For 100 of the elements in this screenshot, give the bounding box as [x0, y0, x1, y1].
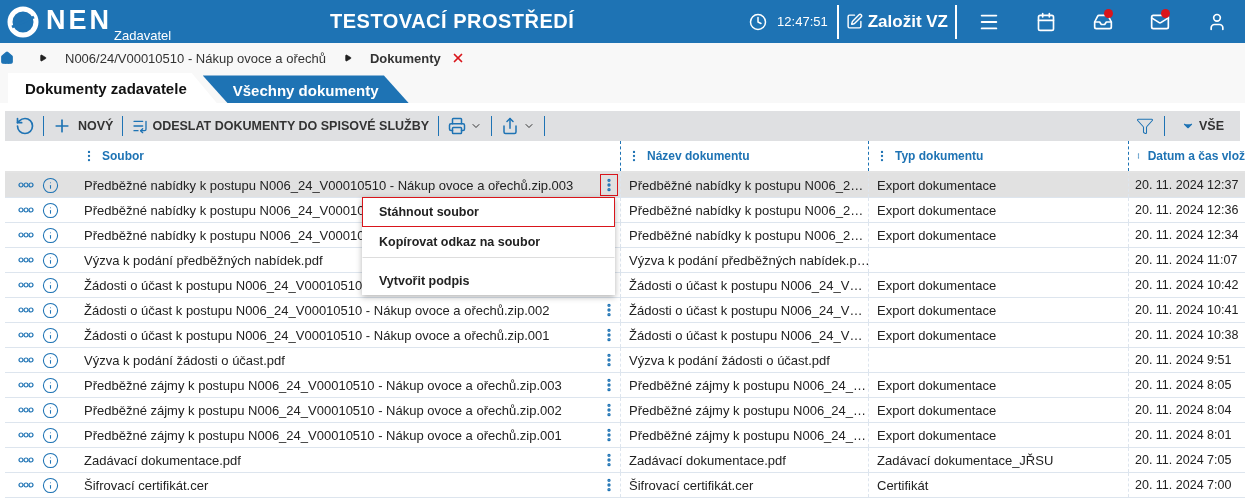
- document-type: Export dokumentace: [877, 227, 997, 243]
- logo-text: NEN: [46, 5, 112, 36]
- filter-dropdown[interactable]: VŠE: [1175, 111, 1240, 141]
- document-type: Export dokumentace: [877, 177, 997, 193]
- info-icon[interactable]: [42, 201, 59, 219]
- more-dots-icon[interactable]: [18, 432, 34, 438]
- document-name: Předběžné nabídky k postupu N006_2…: [629, 202, 864, 218]
- info-icon[interactable]: [42, 276, 59, 294]
- column-header[interactable]: Datum a čas vlož: [1128, 141, 1245, 171]
- refresh-icon[interactable]: [15, 116, 35, 136]
- upload-date: 20. 11. 2024 12:34: [1135, 228, 1239, 242]
- more-dots-icon[interactable]: [18, 482, 34, 488]
- file-name: Zadávací dokumentace.pdf: [84, 452, 241, 468]
- info-icon[interactable]: [42, 351, 59, 369]
- calendar-icon[interactable]: [1035, 11, 1056, 32]
- upload-date: 20. 11. 2024 8:05: [1135, 378, 1232, 392]
- info-icon[interactable]: [42, 401, 59, 419]
- tab[interactable]: Dokumenty zadavatele: [8, 73, 217, 103]
- info-icon[interactable]: [42, 301, 59, 319]
- upload-date: 20. 11. 2024 8:01: [1135, 428, 1232, 442]
- more-dots-icon[interactable]: [18, 357, 34, 363]
- more-dots-icon[interactable]: [18, 332, 34, 338]
- info-icon[interactable]: [42, 426, 59, 444]
- environment-title: TESTOVACÍ PROSTŘEDÍ: [330, 10, 575, 33]
- clock-time: 12:47:51: [777, 14, 828, 29]
- tab[interactable]: Všechny dokumenty: [202, 73, 409, 103]
- upload-date: 20. 11. 2024 9:51: [1135, 353, 1232, 367]
- document-name: Předběžné zájmy k postupu N006_24_…: [629, 377, 867, 393]
- info-icon[interactable]: [42, 251, 59, 269]
- document-type: Zadávací dokumentace_JŘSU: [877, 452, 1054, 468]
- file-name: Předběžné nabídky k postupu N006_24_V00010510 - Nákup ovoce a ořechů.zip.003: [84, 177, 574, 193]
- home-icon[interactable]: [0, 51, 14, 65]
- document-name: Předběžné zájmy k postupu N006_24_…: [629, 402, 867, 418]
- file-name: Předběžné nabídky k postupu N006_24_V00010: [84, 202, 365, 218]
- info-icon[interactable]: [42, 226, 59, 244]
- file-name: Žádosti o účast k postupu N006_24_V00010510 - Nákup ovoce a ořechů.zip.002: [84, 302, 550, 318]
- document-name: Výzva k podání předběžných nabídek.p…: [629, 252, 868, 268]
- document-name: Žádosti o účast k postupu N006_24_V…: [629, 302, 863, 318]
- document-name: Výzva k podání žádosti o účast.pdf: [629, 352, 830, 368]
- more-dots-icon[interactable]: [18, 182, 34, 188]
- upload-date: 20. 11. 2024 8:04: [1135, 403, 1232, 417]
- chevron-icon: [343, 54, 352, 62]
- document-type: Certifikát: [877, 477, 929, 493]
- info-icon[interactable]: [42, 176, 59, 194]
- send-icon: [132, 118, 149, 134]
- more-dots-icon[interactable]: [18, 407, 34, 413]
- role-label: Zadavatel: [114, 28, 172, 43]
- breadcrumb-link[interactable]: N006/24/V00010510 - Nákup ovoce a ořechů: [65, 50, 326, 66]
- upload-date: 20. 11. 2024 11:07: [1135, 253, 1238, 267]
- upload-date: 20. 11. 2024 10:41: [1135, 303, 1239, 317]
- more-dots-icon[interactable]: [18, 457, 34, 463]
- info-icon[interactable]: [42, 376, 59, 394]
- table-row[interactable]: Předběžné zájmy k postupu N006_24_V00010510 - Nákup ovoce a ořechů.zip.001 Předběžné zájmy k postupu N006_24_… Export dokumentace 20. 11. 2024 8:01: [5, 423, 1245, 448]
- clock-icon: [749, 12, 768, 31]
- breadcrumb-link[interactable]: Dokumenty: [369, 50, 441, 66]
- more-dots-icon[interactable]: [18, 207, 34, 213]
- upload-date: 20. 11. 2024 12:37: [1135, 178, 1239, 192]
- printer-icon: [448, 117, 467, 135]
- logo-icon: [6, 5, 40, 39]
- document-name: Předběžné nabídky k postupu N006_2…: [629, 177, 864, 193]
- document-type: Export dokumentace: [877, 277, 997, 293]
- row-menu-button[interactable]: [600, 174, 618, 196]
- file-name: Předběžné zájmy k postupu N006_24_V00010510 - Nákup ovoce a ořechů.zip.003: [84, 377, 562, 393]
- menu-item[interactable]: Stáhnout soubor: [362, 197, 615, 227]
- more-dots-icon[interactable]: [18, 232, 34, 238]
- info-icon[interactable]: [42, 326, 59, 344]
- document-name: Šifrovací certifikát.cer: [629, 477, 754, 493]
- column-header[interactable]: Typ dokumentu: [868, 141, 1128, 171]
- more-dots-icon[interactable]: [18, 257, 34, 263]
- file-name: Předběžné zájmy k postupu N006_24_V00010510 - Nákup ovoce a ořechů.zip.002: [84, 402, 562, 418]
- info-icon[interactable]: [42, 476, 59, 494]
- send-button[interactable]: ODESLAT DOKUMENTY DO SPISOVÉ SLUŽBY: [126, 111, 436, 141]
- table-row[interactable]: Předběžné zájmy k postupu N006_24_V00010510 - Nákup ovoce a ořechů.zip.003 Předběžné zájmy k postupu N006_24_… Export dokumentace 20. 11. 2024 8:05: [5, 373, 1245, 398]
- file-name: Šifrovací certifikát.cer: [84, 477, 209, 493]
- document-name: Žádosti o účast k postupu N006_24_V…: [629, 327, 863, 343]
- file-name: Výzva k podání žádosti o účast.pdf: [84, 352, 285, 368]
- more-dots-icon[interactable]: [18, 382, 34, 388]
- document-name: Žádosti o účast k postupu N006_24_V…: [629, 277, 863, 293]
- table-row[interactable]: Žádosti o účast k postupu N006_24_V00010510 - Nákup ovoce a ořechů.zip.001 Žádosti o účast k postupu N006_24_V… Export dokumentace 20. 11. 2024 10:38: [5, 323, 1245, 348]
- document-type: Export dokumentace: [877, 427, 997, 443]
- more-dots-icon[interactable]: [18, 307, 34, 313]
- create-button[interactable]: Založit VZ: [841, 11, 952, 32]
- table-row[interactable]: Předběžné zájmy k postupu N006_24_V00010510 - Nákup ovoce a ořechů.zip.002 Předběžné zájmy k postupu N006_24_… Export dokumentace 20. 11. 2024 8:04: [5, 398, 1245, 423]
- share-icon: [501, 117, 520, 135]
- new-button[interactable]: NOVÝ: [72, 111, 120, 141]
- table-row[interactable]: Šifrovací certifikát.cer Šifrovací certifikát.cer Certifikát 20. 11. 2024 7:00: [5, 473, 1245, 498]
- column-header[interactable]: Název dokumentu: [620, 141, 868, 171]
- table-row[interactable]: Výzva k podání žádosti o účast.pdf Výzva k podání žádosti o účast.pdf 20. 11. 2024 9:51: [5, 348, 1245, 373]
- column-header[interactable]: Soubor: [76, 141, 600, 171]
- table-row[interactable]: Žádosti o účast k postupu N006_24_V00010510 - Nákup ovoce a ořechů.zip.002 Žádosti o účast k postupu N006_24_V… Export dokumentace 20. 11. 2024 10:41: [5, 298, 1245, 323]
- document-name: Předběžné zájmy k postupu N006_24_…: [629, 427, 867, 443]
- document-type: Export dokumentace: [877, 302, 997, 318]
- upload-date: 20. 11. 2024 12:36: [1135, 203, 1239, 217]
- document-type: Export dokumentace: [877, 202, 997, 218]
- table-row[interactable]: Zadávací dokumentace.pdf Zadávací dokumentace.pdf Zadávací dokumentace_JŘSU 20. 11. 2024 7:05: [5, 448, 1245, 473]
- more-dots-icon[interactable]: [18, 282, 34, 288]
- file-name: Výzva k podání předběžných nabídek.pdf: [84, 252, 323, 268]
- file-name: Předběžné nabídky k postupu N006_24_V00010: [84, 227, 365, 243]
- filter-icon[interactable]: [1136, 117, 1154, 135]
- info-icon[interactable]: [42, 451, 59, 469]
